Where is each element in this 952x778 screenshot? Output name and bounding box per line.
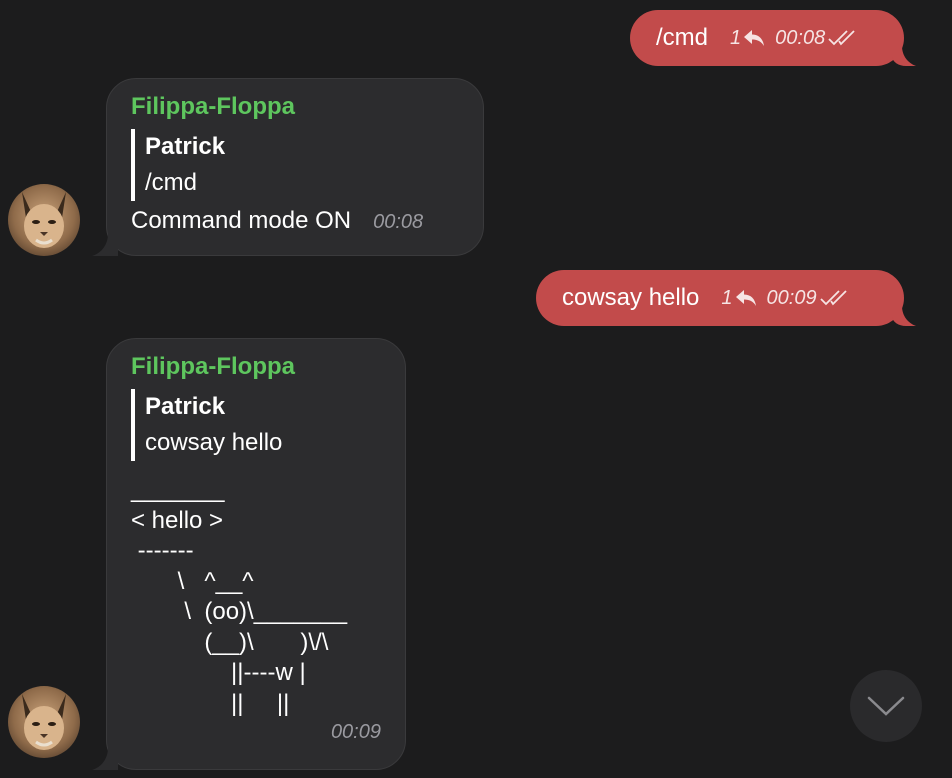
message-time: 00:08 [775,26,826,49]
message-text: cowsay hello [562,284,700,311]
message-line: Command mode ON 00:08 [131,207,459,235]
double-check-icon [819,290,847,306]
reply-quote[interactable]: Patrick cowsay hello [131,389,381,461]
sender-avatar[interactable] [8,184,80,256]
double-check-icon [828,30,855,46]
bubble-tail [92,748,118,770]
sender-avatar[interactable] [8,686,80,758]
incoming-message-bubble[interactable]: Filippa-Floppa Patrick /cmd Command mode… [106,78,484,256]
scroll-to-bottom-button[interactable] [850,670,922,742]
outgoing-message-bubble[interactable]: /cmd 1 00:08 [630,10,904,66]
reply-count: 1 [730,26,742,49]
reply-icon[interactable] [735,289,757,307]
quote-text: /cmd [145,169,198,196]
bubble-tail [892,46,916,66]
message-text: Command mode ON [131,207,352,234]
sender-name[interactable]: Filippa-Floppa [131,353,381,381]
message-meta: 1 00:09 [721,287,850,310]
quote-text: cowsay hello [145,429,283,456]
message-time: 00:08 [373,211,424,233]
caracal-avatar [8,184,80,256]
reply-count: 1 [721,286,733,309]
chat-area[interactable]: /cmd 1 00:08 Filippa-Floppa Patrick /cmd… [0,0,952,778]
reply-quote[interactable]: Patrick /cmd [131,129,459,201]
reply-icon[interactable] [743,29,765,47]
message-meta: 1 00:08 [730,27,859,50]
quote-author: Patrick [145,393,226,420]
message-time: 00:09 [330,721,381,743]
incoming-message-bubble[interactable]: Filippa-Floppa Patrick cowsay hello ____… [106,338,406,770]
bubble-tail [92,234,118,256]
quote-author: Patrick [145,133,226,160]
outgoing-message-bubble[interactable]: cowsay hello 1 00:09 [536,270,904,326]
ascii-art-text: _______ < hello > ------- \ ^__^ \ (oo)\… [131,476,348,717]
message-time: 00:09 [766,286,817,309]
bubble-tail [892,306,916,326]
message-text: /cmd [656,24,709,51]
caracal-avatar [8,686,80,758]
chevron-down-icon [867,696,905,716]
sender-name[interactable]: Filippa-Floppa [131,93,459,121]
